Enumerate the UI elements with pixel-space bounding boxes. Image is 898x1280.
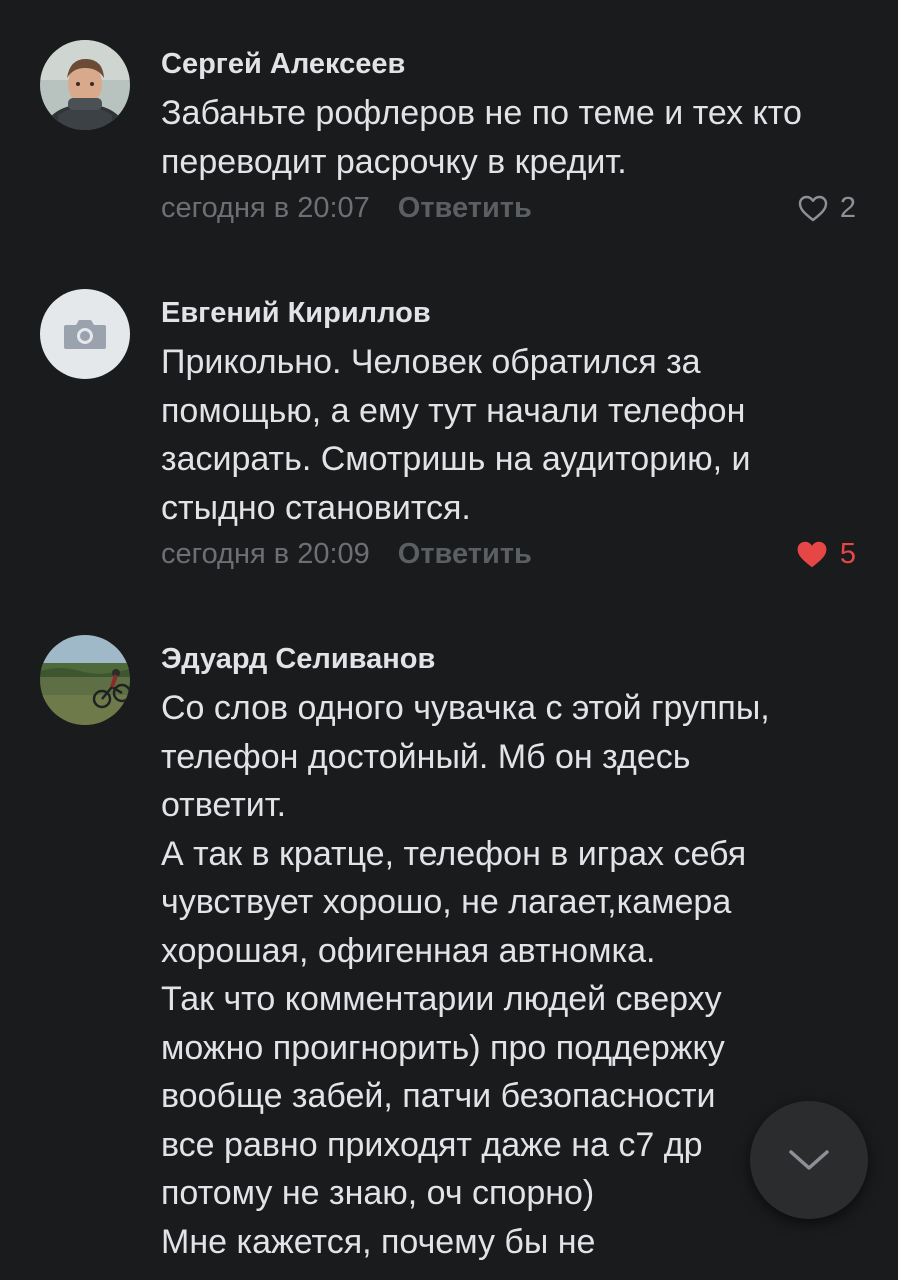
comment-text: Забаньте рофлеров не по теме и тех кто п… bbox=[161, 89, 861, 186]
comment-author[interactable]: Евгений Кириллов bbox=[161, 296, 431, 330]
comment-line: Забаньте рофлеров не по теме и тех кто bbox=[161, 94, 802, 132]
like-count: 5 bbox=[839, 537, 856, 570]
comment-line: помощью, а ему тут начали телефон bbox=[161, 391, 746, 430]
comment-line: Прикольно. Человек обратился за bbox=[161, 343, 701, 381]
scroll-down-button[interactable] bbox=[750, 1101, 868, 1219]
comment-line: Так что комментарии людей сверху bbox=[161, 980, 722, 1018]
comment-author[interactable]: Эдуард Селиванов bbox=[161, 642, 435, 676]
comment-line: чувствует хорошо, не лагает,камера bbox=[161, 883, 732, 921]
heart-outline-icon bbox=[798, 195, 828, 222]
comment-line: телефон достойный. Мб он здесь bbox=[161, 737, 691, 776]
comment-time: сегодня в 20:07 bbox=[161, 192, 370, 224]
comment-line: стыдно становится. bbox=[161, 488, 471, 527]
comment-line: вообще забей, патчи безопасности bbox=[161, 1077, 716, 1115]
like-button[interactable]: 5 bbox=[796, 537, 856, 571]
comment-meta: сегодня в 20:09 Ответить bbox=[161, 537, 532, 571]
comment-line: Со слов одного чувачка с этой группы, bbox=[161, 689, 770, 727]
comment-line: ответит. bbox=[161, 786, 287, 824]
chevron-down-icon bbox=[787, 1147, 831, 1173]
comment-line: можно проигнорить) про поддержку bbox=[161, 1028, 725, 1067]
like-count: 2 bbox=[839, 191, 856, 224]
comment-line: засирать. Смотришь на аудиторию, и bbox=[161, 440, 751, 478]
comment-meta: сегодня в 20:07 Ответить bbox=[161, 191, 532, 225]
reply-button[interactable]: Ответить bbox=[398, 538, 532, 570]
avatar[interactable] bbox=[40, 40, 130, 130]
comment-line: хорошая, офигенная автномка. bbox=[161, 931, 656, 970]
comment-line: А так в кратце, телефон в играх себя bbox=[161, 834, 747, 873]
comment-line: переводит расрочку в кредит. bbox=[161, 142, 627, 181]
comment-line: Мне кажется, почему бы не bbox=[161, 1222, 596, 1261]
heart-filled-icon bbox=[796, 540, 828, 569]
comment-time: сегодня в 20:09 bbox=[161, 538, 370, 570]
reply-button[interactable]: Ответить bbox=[398, 192, 532, 224]
comment-author[interactable]: Сергей Алексеев bbox=[161, 47, 405, 81]
avatar[interactable] bbox=[40, 635, 130, 725]
like-button[interactable]: 2 bbox=[798, 191, 856, 225]
comment-text: Прикольно. Человек обратился за помощью,… bbox=[161, 338, 861, 532]
camera-icon bbox=[62, 318, 108, 350]
avatar[interactable] bbox=[40, 289, 130, 379]
